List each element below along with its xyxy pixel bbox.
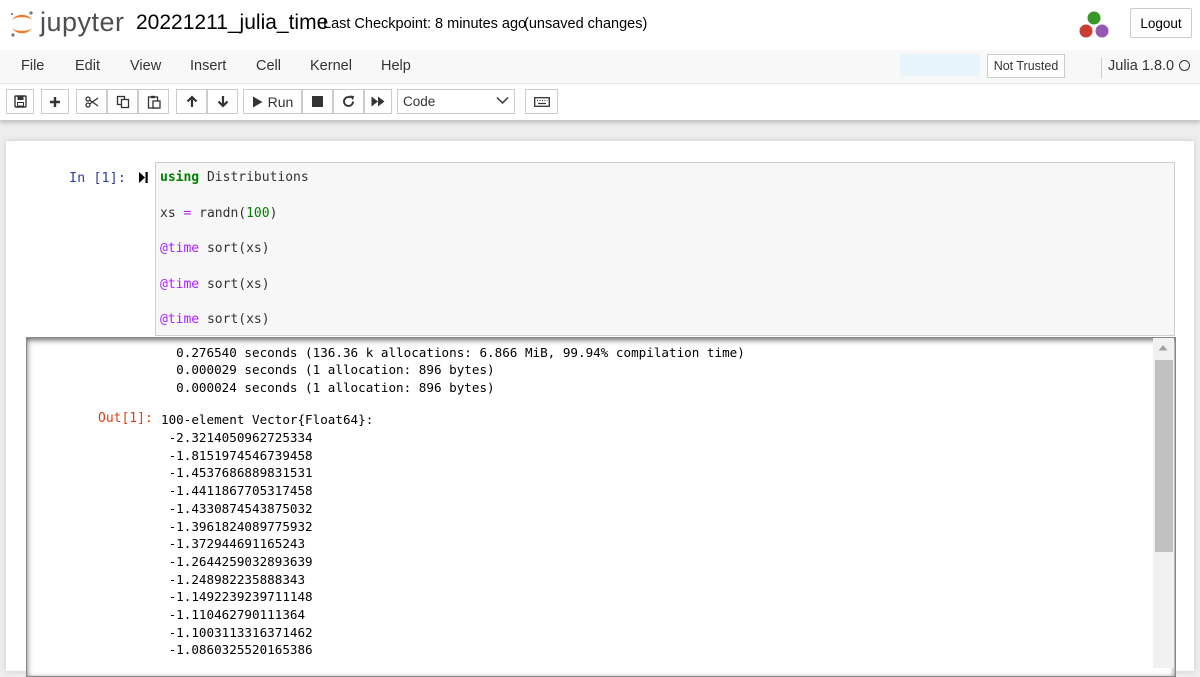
- step-forward-icon: [139, 172, 148, 183]
- menu-kernel[interactable]: Kernel: [310, 58, 352, 74]
- code-text: Distributions: [199, 170, 309, 185]
- code-text: sort(xs): [199, 277, 270, 292]
- cut-button[interactable]: [76, 89, 107, 114]
- fast-forward-icon: [371, 96, 385, 107]
- stdout-line: 0.000024 seconds (1 allocation: 896 byte…: [161, 380, 495, 395]
- insert-cell-button[interactable]: [41, 89, 69, 114]
- restart-button[interactable]: [333, 89, 364, 114]
- checkpoint-status: Last Checkpoint: 8 minutes ago: [323, 16, 527, 32]
- result-value-line: -1.372944691165243: [161, 536, 306, 552]
- chevron-down-icon: [496, 96, 509, 105]
- code-text: xs: [160, 206, 184, 221]
- stop-icon: [312, 96, 323, 107]
- julia-logo-icon: [1079, 11, 1109, 38]
- stdout-line: 0.000029 seconds (1 allocation: 896 byte…: [161, 362, 495, 377]
- stdout-line: 0.276540 seconds (136.36 k allocations: …: [161, 345, 745, 360]
- code-text: sort(xs): [199, 241, 270, 256]
- cell-type-select[interactable]: Code: [397, 89, 515, 114]
- code-input-area[interactable]: [155, 162, 1175, 336]
- result-value-line: -1.248982235888343: [161, 571, 306, 587]
- plus-icon: [50, 96, 60, 107]
- code-line-5: @time sort(xs): [160, 312, 270, 327]
- kernel-name: Julia 1.8.0: [1108, 58, 1175, 74]
- code-text: sort(xs): [199, 312, 270, 327]
- result-value-line: -1.2644259032893639: [161, 553, 313, 569]
- trust-button[interactable]: Not Trusted: [987, 54, 1065, 78]
- save-icon: [13, 95, 27, 108]
- keyboard-icon: [533, 96, 550, 107]
- header: jupyter 20221211_julia_time Last Checkpo…: [0, 0, 1200, 51]
- result-value-line: -1.1003113316371462: [161, 624, 313, 640]
- interrupt-button[interactable]: [302, 89, 333, 114]
- menu-view[interactable]: View: [130, 58, 161, 74]
- copy-icon: [116, 95, 129, 108]
- menu-help[interactable]: Help: [381, 58, 411, 74]
- notification-area: [900, 54, 980, 76]
- code-line-1: using Distributions: [160, 170, 309, 185]
- cut-icon: [84, 95, 98, 108]
- arrow-up-icon: [186, 95, 197, 107]
- result-value-line: -1.4537686889831531: [161, 465, 313, 481]
- code-macro: @time: [160, 277, 200, 292]
- move-up-button[interactable]: [176, 89, 207, 114]
- menu-cell[interactable]: Cell: [256, 58, 281, 74]
- paste-button[interactable]: [138, 89, 169, 114]
- menu-insert[interactable]: Insert: [190, 58, 226, 74]
- input-prompt: In [1]:: [69, 170, 126, 186]
- restart-run-all-button[interactable]: [364, 89, 392, 114]
- code-text: ): [269, 206, 278, 221]
- code-macro: @time: [160, 312, 200, 327]
- code-macro: @time: [160, 241, 200, 256]
- code-line-3: @time sort(xs): [160, 241, 270, 256]
- paste-icon: [147, 95, 161, 109]
- code-number: 100: [246, 206, 270, 221]
- result-value-line: -1.8151974546739458: [161, 447, 313, 463]
- result-value-line: -1.4330874543875032: [161, 500, 313, 516]
- run-icon: [252, 96, 263, 107]
- result-value-line: -1.1492239239711148: [161, 589, 313, 605]
- code-keyword: using: [160, 170, 200, 185]
- jupyter-logo-icon[interactable]: [8, 10, 36, 38]
- notebook-name[interactable]: 20221211_julia_time: [136, 11, 328, 35]
- scrollbar-thumb[interactable]: [1155, 360, 1173, 552]
- run-button[interactable]: Run: [243, 89, 302, 114]
- result-header: 100-element Vector{Float64}:: [161, 412, 374, 427]
- result-value-line: -1.0860325520165386: [161, 642, 313, 658]
- code-line-2: xs = randn(100): [160, 206, 277, 221]
- result-value-line: -1.110462790111364: [161, 607, 306, 622]
- move-down-button[interactable]: [207, 89, 238, 114]
- code-text: randn(: [191, 206, 247, 221]
- code-line-4: @time sort(xs): [160, 277, 270, 292]
- kernel-idle-icon: [1179, 60, 1190, 71]
- result-value-line: -1.3961824089775932: [161, 518, 313, 534]
- menu-file[interactable]: File: [21, 58, 44, 74]
- result-value-line: -1.4411867705317458: [161, 483, 313, 499]
- jupyter-logo-text[interactable]: jupyter: [40, 7, 125, 38]
- cell-type-value: Code: [403, 94, 436, 109]
- kernel-divider: [1101, 58, 1102, 78]
- restart-icon: [343, 95, 354, 107]
- result-value-line: -2.3214050962725334: [161, 430, 313, 445]
- run-label: Run: [267, 93, 294, 110]
- output-prompt: Out[1]:: [98, 411, 153, 426]
- scroll-up-icon[interactable]: [1158, 344, 1168, 351]
- copy-button[interactable]: [107, 89, 138, 114]
- arrow-down-icon: [217, 96, 228, 108]
- save-button[interactable]: [6, 89, 34, 114]
- autosave-status: (unsaved changes): [524, 16, 648, 32]
- logout-button[interactable]: Logout: [1130, 8, 1192, 38]
- command-palette-button[interactable]: [525, 89, 558, 114]
- menu-edit[interactable]: Edit: [75, 58, 100, 74]
